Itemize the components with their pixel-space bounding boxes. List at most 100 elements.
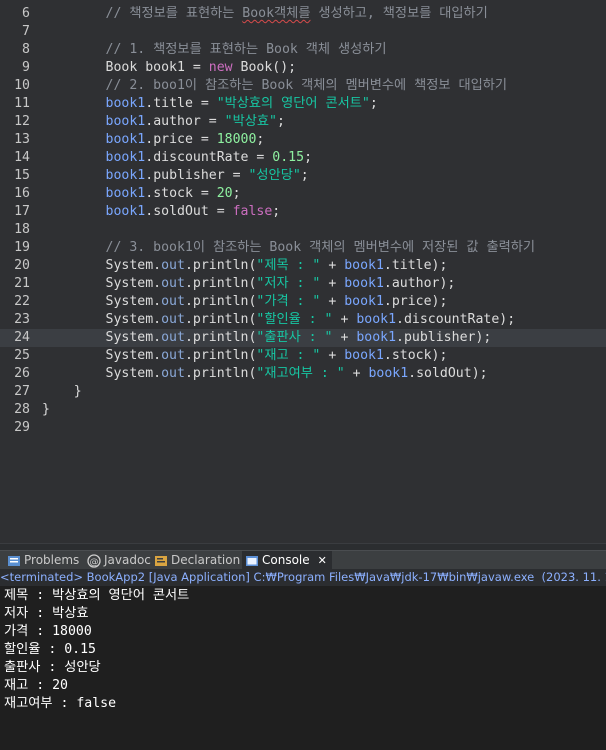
console-status-line: <terminated> BookApp2 [Java Application]… [0,569,606,586]
code-line[interactable]: 11 book1.title = "박상효의 영단어 콘서트"; [0,95,606,113]
code-token: "가격 : " [256,294,321,309]
code-token: + [320,258,345,273]
code-line[interactable]: 29 [0,419,606,437]
line-number: 18 [14,222,30,237]
code-line[interactable]: 21 System.out.println("저자 : " + book1.au… [0,275,606,293]
tab-problems[interactable]: Problems [4,551,82,570]
code-text: System.out.println("가격 : " + book1.price… [42,293,448,311]
code-token: book1 [105,150,146,165]
code-text: // 1. 책정보를 표현하는 Book 객체 생성하기 [42,41,387,59]
close-icon[interactable]: ✕ [318,551,327,570]
code-token: + [320,276,345,291]
code-line[interactable]: 22 System.out.println("가격 : " + book1.pr… [0,293,606,311]
code-token: . [145,132,154,147]
code-text: book1.publisher = "성안당"; [42,167,309,185]
code-line[interactable]: 23 System.out.println("할인율 : " + book1.d… [0,311,606,329]
javadoc-icon: @ [87,553,101,568]
code-token: book1 [105,132,146,147]
code-token: book1 [105,96,146,111]
code-token: "할인율 : " [256,312,333,327]
code-line[interactable]: 26 System.out.println("재고여부 : " + book1.… [0,365,606,383]
code-token: System. [105,330,162,345]
code-token: .println( [184,330,257,345]
code-line[interactable]: 28} [0,401,606,419]
code-token: // 3. book1이 참조하는 Book 객체의 멤버변수에 저장된 값 출… [105,240,535,255]
code-token: Book [105,60,146,75]
code-token: price [153,132,193,147]
code-token: Book(); [232,60,297,75]
code-token: } [73,384,82,399]
code-line[interactable]: 9 Book book1 = new Book(); [0,59,606,77]
tab-label: Declaration [171,553,241,567]
console-line: 가격 : 18000 [4,624,92,639]
code-token: .stock); [383,348,448,363]
code-line[interactable]: 17 book1.soldOut = false; [0,203,606,221]
code-editor[interactable]: 6 // 책정보를 표현하는 Book객체를 생성하고, 책정보를 대입하기 7 8… [0,0,606,543]
code-token: .publisher); [396,330,492,345]
code-token: 18000 [216,132,257,147]
line-number: 12 [14,114,30,129]
code-line[interactable]: 25 System.out.println("재고 : " + book1.st… [0,347,606,365]
code-line[interactable]: 6 // 책정보를 표현하는 Book객체를 생성하고, 책정보를 대입하기 [0,5,606,23]
code-text: // 3. book1이 참조하는 Book 객체의 멤버변수에 저장된 값 출… [42,239,535,257]
line-number: 14 [14,150,30,165]
code-token: ; [300,168,309,183]
code-token: + [320,294,345,309]
code-token: System. [105,312,162,327]
code-token: // 책정보를 표현하는 [105,6,243,21]
console-output[interactable]: 제목 : 박상효의 영단어 콘서트 저자 : 박상효 가격 : 18000 할인율 :… [0,586,606,750]
code-token: out [161,348,185,363]
code-token: .println( [184,276,257,291]
code-line[interactable]: 8 // 1. 책정보를 표현하는 Book 객체 생성하기 [0,41,606,59]
code-line[interactable]: 14 book1.discountRate = 0.15; [0,149,606,167]
tab-javadoc[interactable]: @ Javadoc [84,551,151,570]
code-line[interactable]: 13 book1.price = 18000; [0,131,606,149]
code-token: ; [256,132,265,147]
code-token: "출판사 : " [256,330,333,345]
line-number: 28 [14,402,30,417]
code-text: System.out.println("할인율 : " + book1.disc… [42,311,516,329]
code-token: = [200,114,225,129]
code-line[interactable]: 7 [0,23,606,41]
code-token: soldOut [153,204,209,219]
code-token: book1 [105,204,146,219]
code-line[interactable]: 16 book1.stock = 20; [0,185,606,203]
line-number: 29 [14,420,30,435]
code-line[interactable]: 10 // 2. boo1이 참조하는 Book 객체의 멤버변수에 책정보 대… [0,77,606,95]
code-token: .println( [184,312,257,327]
tab-declaration[interactable]: Declaration [151,551,241,570]
code-line[interactable]: 12 book1.author = "박상효"; [0,113,606,131]
code-token: publisher [153,168,225,183]
code-token: book1 [105,168,146,183]
code-token: + [320,348,345,363]
code-token: // 2. boo1이 참조하는 Book 객체의 멤버변수에 책정보 대입하기 [105,78,507,93]
code-token: . [145,96,154,111]
code-text: book1.title = "박상효의 영단어 콘서트"; [42,95,378,113]
code-token: System. [105,294,162,309]
line-number: 27 [14,384,30,399]
line-number: 9 [22,60,30,75]
code-token: . [145,168,154,183]
code-text: System.out.println("출판사 : " + book1.publ… [42,329,492,347]
code-line[interactable]: 24 System.out.println("출판사 : " + book1.p… [0,329,606,347]
code-text: book1.stock = 20; [42,185,241,203]
code-token: ; [304,150,313,165]
tab-console[interactable]: Console ✕ [242,551,332,570]
code-line[interactable]: 20 System.out.println("제목 : " + book1.ti… [0,257,606,275]
line-number: 8 [22,42,30,57]
console-line: 재고여부 : false [4,696,117,711]
code-line[interactable]: 15 book1.publisher = "성안당"; [0,167,606,185]
code-line[interactable]: 18 [0,221,606,239]
code-line[interactable]: 19 // 3. book1이 참조하는 Book 객체의 멤버변수에 저장된 … [0,239,606,257]
console-icon [245,554,259,568]
code-token: // 1. 책정보를 표현하는 Book 객체 생성하기 [105,42,387,57]
line-number: 20 [14,258,30,273]
problems-icon [7,554,21,568]
code-token: book1 [145,60,185,75]
code-token: discountRate [153,150,249,165]
code-token: stock [153,186,193,201]
code-token: = [192,132,217,147]
line-number: 25 [14,348,30,363]
code-line[interactable]: 27 } [0,383,606,401]
code-token: System. [105,276,162,291]
